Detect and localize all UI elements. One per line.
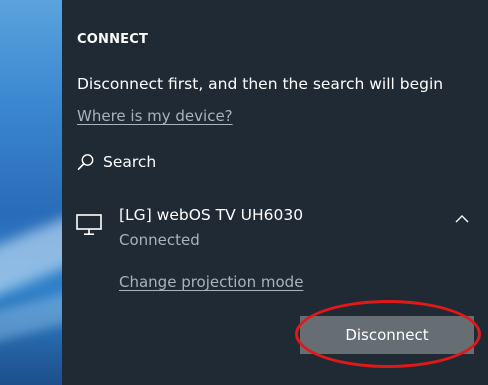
search-label: Search	[103, 153, 157, 171]
disconnect-button[interactable]: Disconnect	[300, 316, 474, 354]
device-list-item[interactable]: [LG] webOS TV UH6030 Connected	[76, 204, 476, 256]
status-message: Disconnect first, and then the search wi…	[77, 75, 444, 93]
connect-panel: CONNECT Disconnect first, and then the s…	[62, 0, 488, 385]
change-projection-mode-link[interactable]: Change projection mode	[119, 273, 303, 291]
where-is-my-device-link[interactable]: Where is my device?	[77, 107, 233, 125]
wallpaper-light-ray	[0, 283, 62, 347]
panel-heading: CONNECT	[77, 32, 149, 47]
search-icon	[77, 154, 94, 171]
device-status: Connected	[119, 231, 200, 249]
chevron-up-icon[interactable]	[454, 213, 470, 225]
desktop-wallpaper	[0, 0, 62, 385]
monitor-icon	[76, 214, 102, 236]
wallpaper-light-ray	[0, 205, 62, 301]
device-name: [LG] webOS TV UH6030	[119, 206, 304, 224]
search-button[interactable]: Search	[77, 153, 156, 171]
